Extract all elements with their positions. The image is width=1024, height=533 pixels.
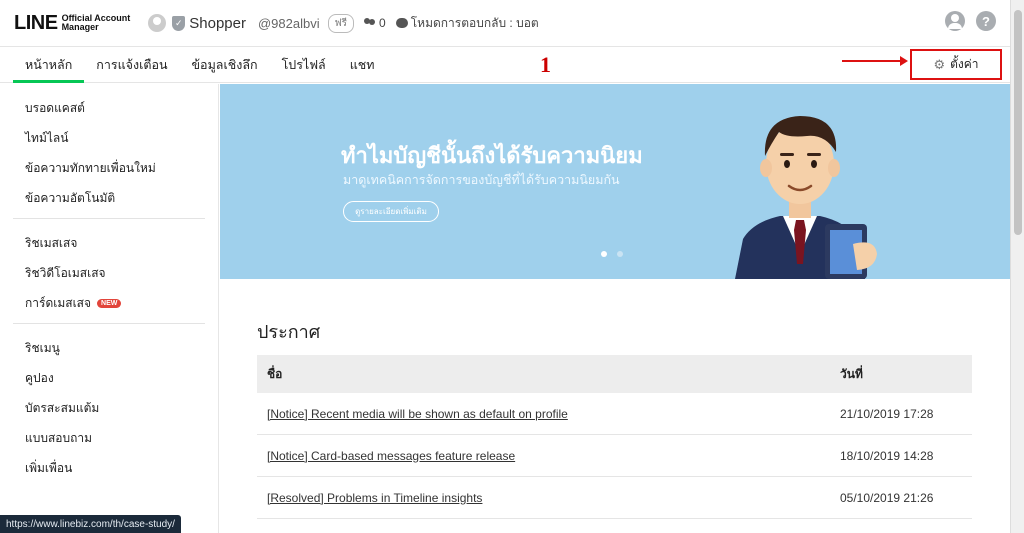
sidebar: บรอดแคสต์ ไทม์ไลน์ ข้อความทักทายเพื่อนให… xyxy=(0,84,219,533)
annotation-number: 1 xyxy=(540,52,551,77)
tab-chat[interactable]: แชท xyxy=(338,47,387,82)
plan-badge: ฟรี xyxy=(327,13,355,33)
sidebar-group-tools: ริชเมนู คูปอง บัตรสะสมแต้ม แบบสอบถาม เพิ… xyxy=(0,324,218,488)
column-header-date: วันที่ xyxy=(840,366,863,381)
announcement-link[interactable]: [Notice] Card-based messages feature rel… xyxy=(257,449,829,463)
table-row: [Notice] Card-based messages feature rel… xyxy=(257,435,972,477)
reply-mode-label: โหมดการตอบกลับ : บอต xyxy=(410,15,539,30)
line-oa-manager-logo[interactable]: LINE Official Account Manager xyxy=(14,12,130,35)
user-icon[interactable] xyxy=(945,11,965,31)
tab-insights[interactable]: ข้อมูลเชิงลึก xyxy=(180,47,270,82)
sidebar-item-survey[interactable]: แบบสอบถาม xyxy=(0,423,218,453)
shield-icon: ✓ xyxy=(172,15,186,31)
carousel-dots xyxy=(601,251,633,257)
sidebar-item-rich-message[interactable]: ริชเมสเสจ xyxy=(0,228,218,258)
page-scrollbar[interactable] xyxy=(1010,0,1024,533)
account-id: @982albvi xyxy=(257,15,320,31)
main-content: ประกาศ ชื่อ วันที่ [Notice] Recent media… xyxy=(220,279,1010,533)
table-row: [Resolved] Problems in Timeline insights… xyxy=(257,477,972,519)
table-header: ชื่อ วันที่ xyxy=(257,355,972,393)
banner-title: ทำไมบัญชีนั้นถึงได้รับความนิยม xyxy=(341,143,643,168)
announcements-table: ชื่อ วันที่ [Notice] Recent media will b… xyxy=(257,355,972,519)
help-icon[interactable]: ? xyxy=(976,11,996,31)
new-badge: NEW xyxy=(97,298,122,308)
friend-count-value: 0 xyxy=(379,16,386,30)
sidebar-item-add-friend[interactable]: เพิ่มเพื่อน xyxy=(0,453,218,483)
promo-banner[interactable]: ทำไมบัญชีนั้นถึงได้รับความนิยม มาดูเทคนิ… xyxy=(220,84,1010,279)
settings-button[interactable]: ⚙ ตั้งค่า xyxy=(910,49,1002,80)
announcement-link[interactable]: [Notice] Recent media will be shown as d… xyxy=(257,407,829,421)
annotation-arrow xyxy=(842,56,908,66)
sidebar-item-timeline[interactable]: ไทม์ไลน์ xyxy=(0,123,218,153)
sidebar-item-greeting-message[interactable]: ข้อความทักทายเพื่อนใหม่ xyxy=(0,153,218,183)
logo-line-text: LINE xyxy=(14,11,58,34)
sidebar-item-coupon[interactable]: คูปอง xyxy=(0,363,218,393)
banner-subtitle: มาดูเทคนิคการจัดการของบัญชีที่ได้รับความ… xyxy=(343,173,620,187)
reply-mode-status[interactable]: โหมดการตอบกลับ : บอต xyxy=(395,14,539,33)
table-row: [Notice] Recent media will be shown as d… xyxy=(257,393,972,435)
sidebar-item-auto-reply[interactable]: ข้อความอัตโนมัติ xyxy=(0,183,218,213)
sidebar-item-rich-video-message[interactable]: ริชวิดีโอเมสเสจ xyxy=(0,258,218,288)
main-nav: หน้าหลัก การแจ้งเตือน ข้อมูลเชิงลึก โปรไ… xyxy=(0,46,1010,83)
carousel-dot-active[interactable] xyxy=(601,251,607,257)
column-header-name: ชื่อ xyxy=(267,366,283,381)
account-switcher[interactable]: ✓ Shopper @982albvi ฟรี 0 โหมดการตอบกลับ… xyxy=(148,13,539,33)
top-bar: LINE Official Account Manager ✓ Shopper … xyxy=(0,0,1010,46)
carousel-dot[interactable] xyxy=(617,251,623,257)
header-actions: ? xyxy=(934,11,996,31)
sidebar-item-reward-card[interactable]: บัตรสะสมแต้ม xyxy=(0,393,218,423)
chat-bubble-icon xyxy=(395,18,408,28)
announcement-link[interactable]: [Resolved] Problems in Timeline insights xyxy=(257,491,829,505)
sidebar-item-broadcast[interactable]: บรอดแคสต์ xyxy=(0,93,218,123)
scrollbar-thumb[interactable] xyxy=(1014,10,1022,235)
sidebar-item-rich-menu[interactable]: ริชเมนู xyxy=(0,333,218,363)
sidebar-item-card-message[interactable]: การ์ดเมสเสจ NEW xyxy=(0,288,218,318)
friends-icon xyxy=(364,18,376,28)
sidebar-group-messages: บรอดแคสต์ ไทม์ไลน์ ข้อความทักทายเพื่อนให… xyxy=(0,84,218,218)
announcement-date: 05/10/2019 21:26 xyxy=(840,490,934,505)
link-status-url: https://www.linebiz.com/th/case-study/ xyxy=(0,515,181,533)
friend-count: 0 xyxy=(364,16,386,30)
gear-icon: ⚙ xyxy=(933,56,946,72)
sidebar-group-rich: ริชเมสเสจ ริชวิดีโอเมสเสจ การ์ดเมสเสจ NE… xyxy=(0,219,218,323)
announcement-date: 18/10/2019 14:28 xyxy=(840,448,934,463)
tab-home[interactable]: หน้าหลัก xyxy=(13,47,85,83)
account-name: Shopper xyxy=(189,14,246,32)
sidebar-item-label: การ์ดเมสเสจ xyxy=(25,295,92,310)
announcement-date: 21/10/2019 17:28 xyxy=(840,406,934,421)
logo-sub-line2: Manager xyxy=(61,22,99,32)
tab-notifications[interactable]: การแจ้งเตือน xyxy=(84,47,179,82)
businessman-illustration xyxy=(735,116,877,279)
tab-profile[interactable]: โปรไฟล์ xyxy=(270,47,338,82)
settings-label: ตั้งค่า xyxy=(950,57,979,71)
account-avatar xyxy=(148,14,167,32)
banner-details-button[interactable]: ดูรายละเอียดเพิ่มเติม xyxy=(343,201,439,222)
logo-subtitle: Official Account Manager xyxy=(62,14,131,32)
announcements-title: ประกาศ xyxy=(257,322,321,342)
